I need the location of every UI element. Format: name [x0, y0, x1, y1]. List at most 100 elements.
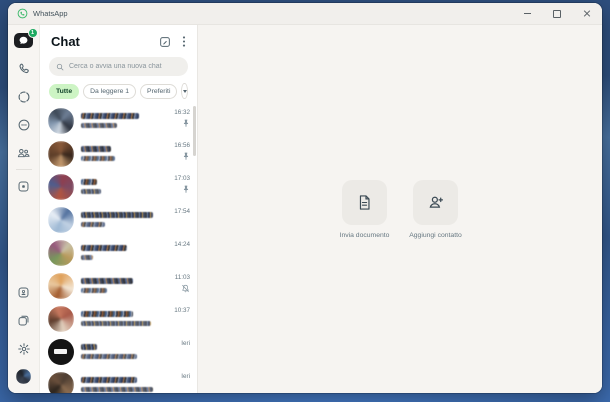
chat-list-item[interactable]: 17:54: [40, 203, 197, 236]
chat-name-redacted: [81, 344, 97, 350]
device-icon: [18, 287, 29, 298]
nav-profile[interactable]: [13, 368, 35, 385]
chat-avatar: [48, 140, 74, 167]
chat-name-redacted: [81, 278, 133, 284]
maximize-icon: [553, 9, 561, 18]
page-title: Chat: [51, 34, 80, 49]
chat-panel: Chat Cerca o avvia una nuova chat Tutte …: [40, 25, 198, 393]
search-placeholder: Cerca o avvia una nuova chat: [69, 63, 162, 70]
new-chat-icon[interactable]: [159, 36, 171, 48]
chat-list-item[interactable]: 14:24: [40, 236, 197, 269]
pin-icon: [183, 152, 189, 160]
chat-avatar: [48, 173, 74, 200]
menu-icon[interactable]: [182, 35, 186, 48]
chat-timestamp: Ieri: [181, 373, 190, 380]
send-document-button[interactable]: [342, 179, 387, 225]
close-icon: [583, 10, 591, 18]
add-contact-label: Aggiungi contatto: [409, 231, 462, 239]
chat-avatar: [48, 239, 74, 266]
rail-divider: [15, 169, 32, 170]
channels-icon: [18, 119, 29, 130]
nav-apps[interactable]: [13, 312, 35, 329]
chat-timestamp: 14:24: [174, 241, 190, 248]
scrollbar-thumb[interactable]: [193, 106, 196, 156]
chat-message-redacted: [81, 387, 153, 392]
chat-list-item[interactable]: Ieri: [40, 368, 197, 393]
pin-icon: [183, 185, 189, 193]
search-icon: [56, 63, 64, 70]
filter-chips: Tutte Da leggere 1 Preferiti: [40, 76, 197, 104]
desktop: { "titlebar": { "app_name": "WhatsApp" }…: [0, 0, 610, 402]
send-document-label: Invia documento: [339, 231, 390, 239]
add-contact-action[interactable]: Aggiungi contatto: [407, 179, 465, 239]
minimize-button[interactable]: [512, 3, 542, 24]
minimize-icon: [523, 13, 531, 14]
document-icon: [359, 194, 370, 210]
chat-timestamp: Ieri: [181, 340, 190, 347]
chat-message-redacted: [81, 156, 115, 161]
chat-avatar: [48, 107, 74, 134]
nav-status[interactable]: [13, 88, 35, 105]
nav-calls[interactable]: [13, 60, 35, 77]
chat-list-item[interactable]: Ieri: [40, 335, 197, 368]
main-area: Invia documento Aggiungi contatto: [198, 25, 602, 393]
nav-meta-ai[interactable]: [13, 178, 35, 195]
profile-avatar: [16, 369, 31, 384]
person-plus-icon: [429, 196, 443, 208]
chat-avatar: [48, 272, 74, 299]
communities-icon: [17, 148, 30, 157]
chat-list-item[interactable]: 10:37: [40, 302, 197, 335]
chat-timestamp: 10:37: [174, 307, 190, 314]
filter-unread[interactable]: Da leggere 1: [83, 83, 137, 99]
chat-name-redacted: [81, 212, 153, 218]
chat-timestamp: 17:54: [174, 208, 190, 215]
whatsapp-window: WhatsApp 1 Chat Cerca o avvia una nuova …: [8, 3, 602, 393]
chat-name-redacted: [81, 245, 127, 251]
chevron-down-icon: [182, 89, 187, 93]
chat-timestamp: 16:56: [174, 142, 190, 149]
chat-timestamp: 11:03: [174, 274, 190, 281]
chat-avatar: [48, 338, 74, 365]
status-icon: [18, 91, 29, 102]
nav-rail: 1: [8, 25, 40, 393]
nav-chats[interactable]: 1: [13, 28, 38, 49]
nav-communities[interactable]: [13, 144, 35, 161]
chat-list-item[interactable]: 16:32: [40, 104, 197, 137]
mute-icon: [182, 284, 189, 293]
apps-icon: [18, 315, 29, 326]
chat-list-item[interactable]: 11:03: [40, 269, 197, 302]
chat-timestamp: 16:32: [174, 109, 190, 116]
chat-avatar: [48, 371, 74, 393]
chat-avatar: [48, 206, 74, 233]
chat-message-redacted: [81, 288, 107, 293]
chat-name-redacted: [81, 146, 111, 152]
phone-icon: [19, 63, 29, 73]
chat-message-redacted: [81, 222, 105, 227]
chat-name-redacted: [81, 377, 137, 383]
close-button[interactable]: [572, 3, 602, 24]
chat-message-redacted: [81, 321, 151, 326]
chat-avatar: [48, 305, 74, 332]
filter-favorites[interactable]: Preferiti: [140, 83, 178, 99]
send-document-action[interactable]: Invia documento: [336, 179, 394, 239]
gear-icon: [17, 342, 30, 355]
chat-list-item[interactable]: 16:56: [40, 137, 197, 170]
filter-all[interactable]: Tutte: [49, 83, 80, 99]
whatsapp-logo-icon: [17, 8, 28, 19]
chat-message-redacted: [81, 354, 137, 359]
chat-list-item[interactable]: 17:03: [40, 170, 197, 203]
nav-settings[interactable]: [13, 340, 35, 357]
add-contact-button[interactable]: [413, 179, 458, 225]
titlebar[interactable]: WhatsApp: [8, 3, 602, 25]
chat-timestamp: 17:03: [174, 175, 190, 182]
maximize-button[interactable]: [542, 3, 572, 24]
chat-message-redacted: [81, 255, 93, 260]
nav-linked-device[interactable]: [13, 284, 35, 301]
window-title: WhatsApp: [33, 9, 68, 18]
nav-channels[interactable]: [13, 116, 35, 133]
chat-list: 16:32 16:56 17:03 17:54 14:24 11:03 10:3…: [40, 104, 197, 393]
unread-badge: 1: [27, 28, 38, 38]
chat-name-redacted: [81, 179, 97, 185]
filter-more-button[interactable]: [181, 83, 188, 99]
search-input[interactable]: Cerca o avvia una nuova chat: [49, 57, 188, 76]
